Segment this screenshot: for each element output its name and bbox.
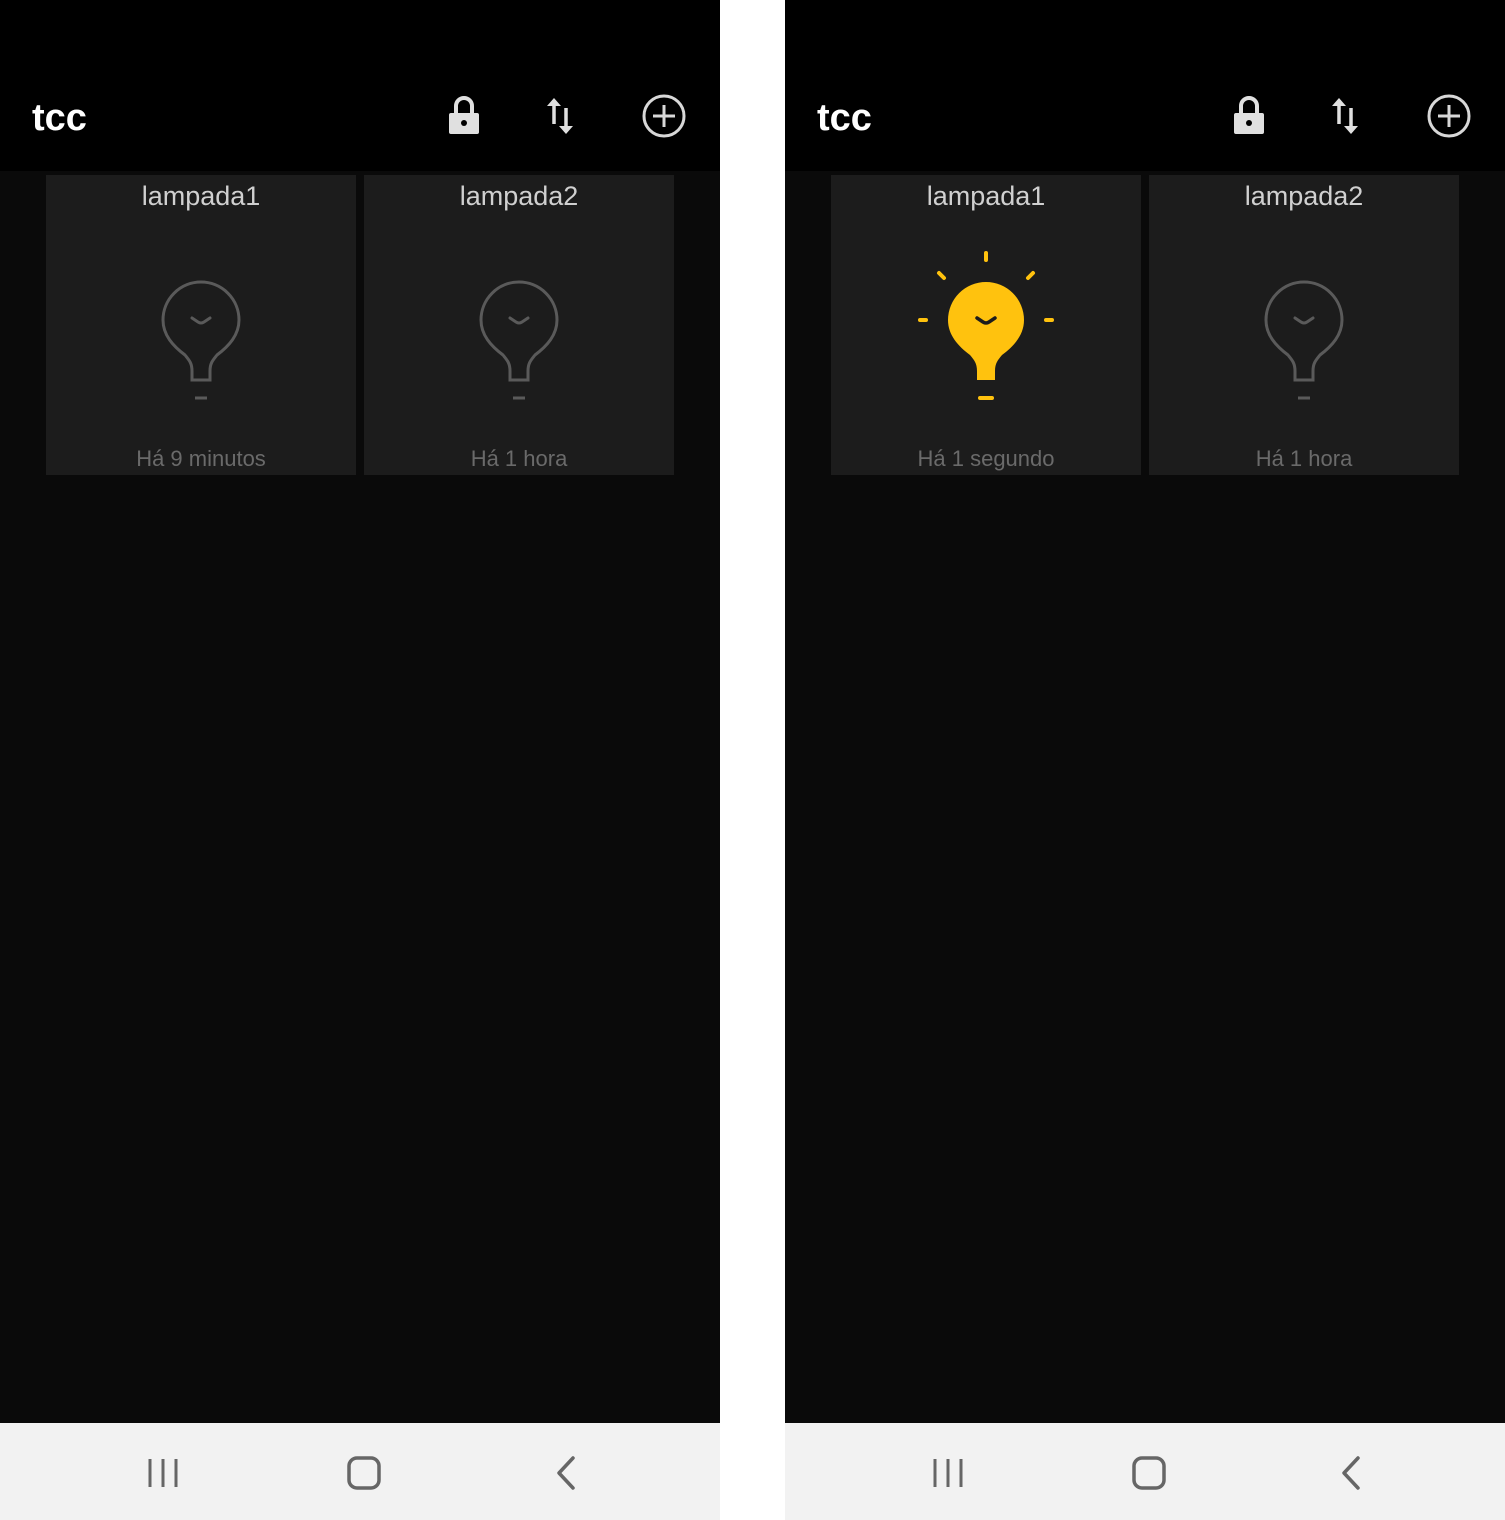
lightbulb-on-icon <box>916 235 1056 415</box>
recent-apps-button[interactable] <box>133 1443 193 1503</box>
device-tile-lampada2[interactable]: lampada2 Há 1 hora <box>1149 175 1459 475</box>
device-name: lampada2 <box>1244 181 1364 211</box>
device-name: lampada1 <box>926 181 1046 211</box>
system-navigation-bar <box>785 1423 1505 1520</box>
device-grid: lampada1 Há 1 segundo lampada2 Há 1 hora <box>785 0 1505 1423</box>
device-name: lampada1 <box>141 181 261 211</box>
device-tile-lampada1[interactable]: lampada1 Há 9 minutos <box>46 175 356 475</box>
back-button[interactable] <box>1321 1443 1381 1503</box>
last-updated-label: Há 9 minutos <box>136 446 266 471</box>
phone-screen-right: tcc lampada1 Há 1 segundo lampada2 Há 1 … <box>785 0 1505 1520</box>
phone-screen-left: tcc lampada1 Há 9 minutos lampada2 Há 1 … <box>0 0 720 1520</box>
device-grid: lampada1 Há 9 minutos lampada2 Há 1 hora <box>0 0 720 1423</box>
back-icon <box>557 1456 575 1490</box>
lightbulb-off-icon <box>449 235 589 415</box>
home-button[interactable] <box>1119 1443 1179 1503</box>
home-icon <box>347 1456 381 1490</box>
device-name: lampada2 <box>459 181 579 211</box>
recent-apps-button[interactable] <box>918 1443 978 1503</box>
recent-apps-icon <box>148 1459 178 1487</box>
home-icon <box>1132 1456 1166 1490</box>
back-button[interactable] <box>536 1443 596 1503</box>
lightbulb-off-icon <box>131 235 271 415</box>
lightbulb-off-icon <box>1234 235 1374 415</box>
last-updated-label: Há 1 hora <box>1255 446 1353 471</box>
home-button[interactable] <box>334 1443 394 1503</box>
device-tile-lampada1[interactable]: lampada1 Há 1 segundo <box>831 175 1141 475</box>
last-updated-label: Há 1 hora <box>470 446 568 471</box>
system-navigation-bar <box>0 1423 720 1520</box>
last-updated-label: Há 1 segundo <box>917 446 1055 471</box>
recent-apps-icon <box>933 1459 963 1487</box>
device-tile-lampada2[interactable]: lampada2 Há 1 hora <box>364 175 674 475</box>
back-icon <box>1342 1456 1360 1490</box>
